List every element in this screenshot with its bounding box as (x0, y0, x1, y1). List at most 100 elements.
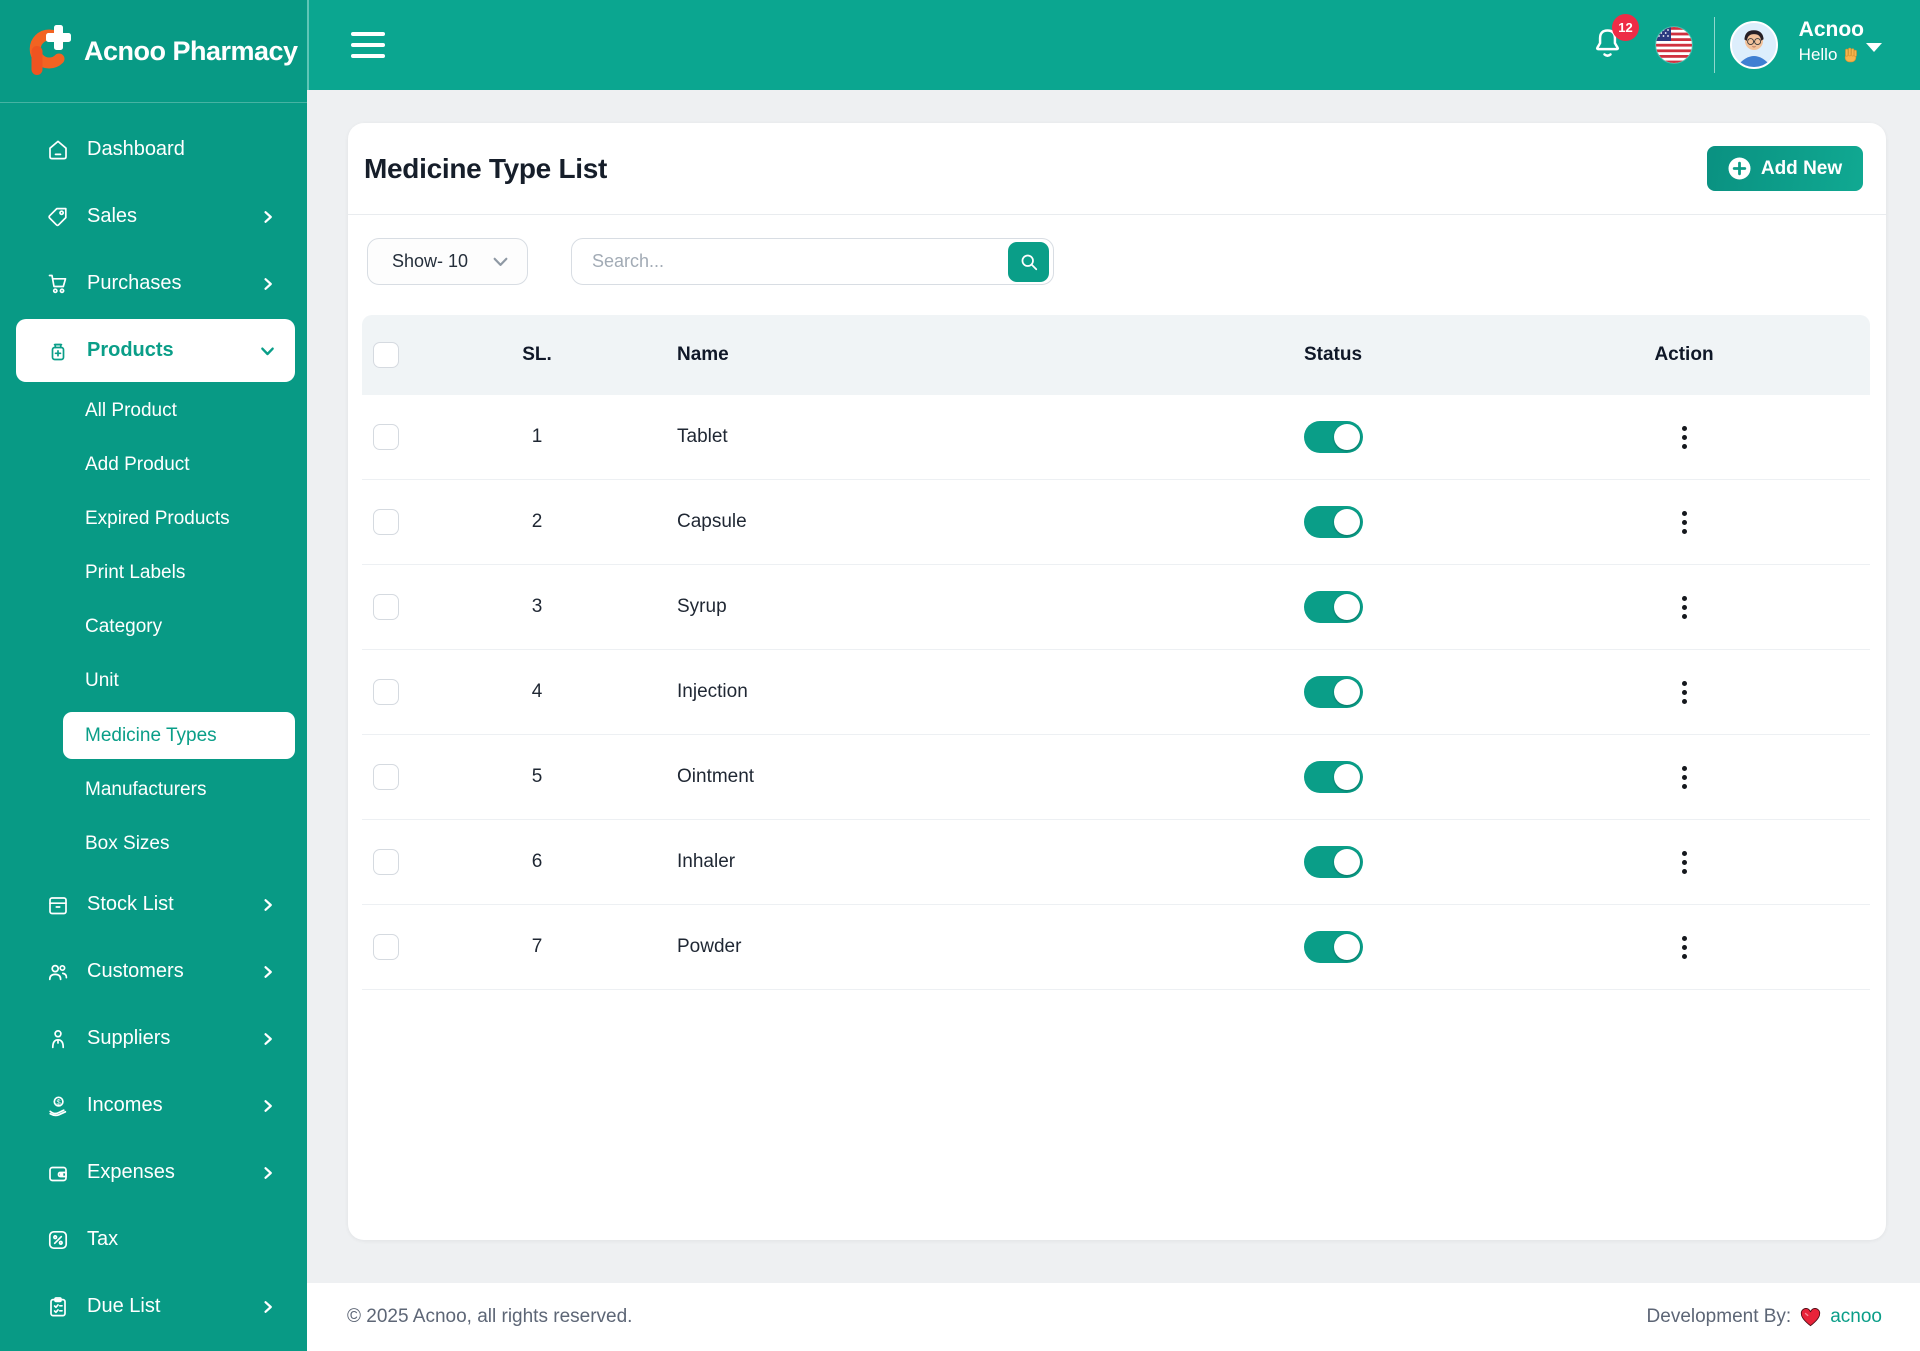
table-header-row: SL. Name Status Action (362, 315, 1870, 395)
status-toggle[interactable] (1303, 761, 1363, 793)
row-name: Inhaler (677, 851, 736, 872)
row-name: Powder (677, 936, 742, 957)
row-actions-menu-button[interactable] (1674, 591, 1695, 624)
row-actions-menu-button[interactable] (1674, 676, 1695, 709)
users-icon (46, 960, 70, 984)
column-header-name: Name (677, 344, 729, 365)
sidebar-item-customers[interactable]: Customers (0, 938, 307, 1005)
row-actions-menu-button[interactable] (1674, 931, 1695, 964)
row-checkbox[interactable] (373, 679, 399, 705)
column-header-sl: SL. (522, 344, 552, 365)
sidebar-subitem-box-sizes[interactable]: Box Sizes (0, 817, 307, 871)
row-name: Ointment (677, 766, 755, 787)
row-checkbox[interactable] (373, 594, 399, 620)
user-menu-caret-icon[interactable] (1866, 43, 1882, 52)
sidebar-item-expenses[interactable]: Expenses (0, 1139, 307, 1206)
sidebar-item-sales[interactable]: Sales (0, 183, 307, 250)
language-flag-us[interactable] (1656, 27, 1692, 63)
sidebar-subitem-expired-products[interactable]: Expired Products (0, 492, 307, 546)
sidebar-toggle-button[interactable] (347, 28, 389, 62)
price-tag-icon (46, 205, 70, 229)
status-toggle[interactable] (1303, 421, 1363, 453)
row-checkbox[interactable] (373, 934, 399, 960)
row-actions-menu-button[interactable] (1674, 506, 1695, 539)
row-sl: 2 (531, 511, 543, 532)
plus-circle-icon (1728, 157, 1751, 180)
heart-icon (1800, 1307, 1821, 1327)
sidebar-item-suppliers[interactable]: Suppliers (0, 1005, 307, 1072)
table-row: 5 Ointment (362, 735, 1870, 820)
wallet-icon (46, 1161, 70, 1185)
sidebar-item-due-list[interactable]: Due List (0, 1273, 307, 1340)
footer: © 2025 Acnoo, all rights reserved. Devel… (307, 1283, 1920, 1351)
row-checkbox[interactable] (373, 764, 399, 790)
row-name: Syrup (677, 596, 727, 617)
row-sl: 7 (531, 936, 543, 957)
percent-icon (46, 1228, 70, 1252)
row-actions-menu-button[interactable] (1674, 421, 1695, 454)
sidebar-item-incomes[interactable]: $ Incomes (0, 1072, 307, 1139)
add-new-button[interactable]: Add New (1707, 146, 1863, 191)
row-sl: 5 (531, 766, 543, 787)
status-toggle[interactable] (1303, 591, 1363, 623)
column-header-status: Status (1303, 344, 1363, 365)
row-checkbox[interactable] (373, 424, 399, 450)
table-row: 6 Inhaler (362, 820, 1870, 905)
table-row: 1 Tablet (362, 395, 1870, 480)
pharmacy-logo-icon (26, 24, 72, 78)
search-input[interactable] (572, 239, 972, 284)
row-sl: 4 (531, 681, 543, 702)
sidebar-subitem-medicine-types[interactable]: Medicine Types (63, 712, 295, 759)
sidebar-nav: Dashboard Sales Purchases Products All P… (0, 104, 307, 1340)
topbar-divider (1714, 17, 1715, 73)
sidebar-item-dashboard[interactable]: Dashboard (0, 116, 307, 183)
table-row: 2 Capsule (362, 480, 1870, 565)
row-checkbox[interactable] (373, 849, 399, 875)
sidebar-subitem-unit[interactable]: Unit (0, 654, 307, 708)
brand-name: Acnoo Pharmacy (84, 35, 298, 66)
row-name: Capsule (677, 511, 747, 532)
sidebar-item-tax[interactable]: Tax (0, 1206, 307, 1273)
sidebar-subitem-print-labels[interactable]: Print Labels (0, 546, 307, 600)
show-entries-select[interactable]: Show- 10 (367, 238, 528, 285)
row-actions-menu-button[interactable] (1674, 846, 1695, 879)
developer-link[interactable]: acnoo (1830, 1306, 1882, 1328)
box-icon (46, 893, 70, 917)
row-actions-menu-button[interactable] (1674, 761, 1695, 794)
row-sl: 3 (531, 596, 543, 617)
table-controls: Show- 10 (367, 238, 1863, 285)
waving-hand-icon (1842, 47, 1859, 64)
user-avatar[interactable] (1730, 21, 1778, 69)
sidebar-item-products[interactable]: Products (16, 319, 295, 382)
column-header-action: Action (1654, 344, 1714, 365)
row-sl: 6 (531, 851, 543, 872)
user-menu[interactable]: Acnoo Hello (1799, 17, 1864, 67)
row-name: Tablet (677, 426, 728, 447)
medicine-type-list-card: Medicine Type List Add New Show- 10 Sear… (348, 123, 1886, 1240)
status-toggle[interactable] (1303, 931, 1363, 963)
table-row: 3 Syrup (362, 565, 1870, 650)
search-button[interactable] (1008, 242, 1049, 282)
select-all-checkbox[interactable] (373, 342, 399, 368)
chevron-right-icon (261, 277, 275, 291)
search-icon (1019, 252, 1039, 272)
brand-logo[interactable]: Acnoo Pharmacy (0, 0, 307, 103)
sidebar-item-purchases[interactable]: Purchases (0, 250, 307, 317)
status-toggle[interactable] (1303, 676, 1363, 708)
sidebar: Acnoo Pharmacy Dashboard Sales Purchases… (0, 0, 307, 1351)
row-checkbox[interactable] (373, 509, 399, 535)
medicine-bottle-icon (46, 339, 70, 363)
sidebar-item-stock-list[interactable]: Stock List (0, 871, 307, 938)
status-toggle[interactable] (1303, 506, 1363, 538)
notifications-button[interactable]: 12 (1591, 14, 1639, 66)
status-toggle[interactable] (1303, 846, 1363, 878)
chevron-down-icon (492, 253, 509, 270)
sidebar-subitem-category[interactable]: Category (0, 600, 307, 654)
sidebar-subitem-manufacturers[interactable]: Manufacturers (0, 763, 307, 817)
medicine-types-table: SL. Name Status Action 1 Tablet 2 Capsul… (362, 315, 1870, 990)
card-header: Medicine Type List Add New (348, 123, 1886, 215)
cart-icon (46, 272, 70, 296)
sidebar-subitem-all-product[interactable]: All Product (0, 384, 307, 438)
sidebar-subitem-add-product[interactable]: Add Product (0, 438, 307, 492)
copyright-text: © 2025 Acnoo, all rights reserved. (347, 1306, 633, 1327)
